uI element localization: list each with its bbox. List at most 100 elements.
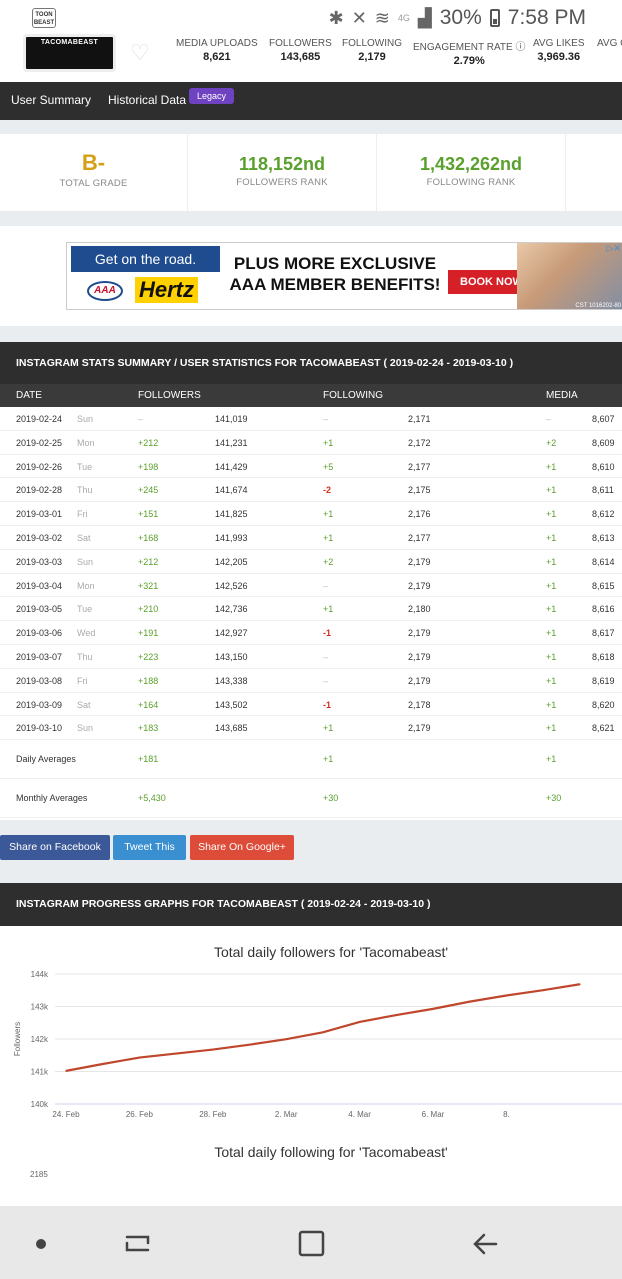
table-row: 2019-03-06 Wed +191 142,927 -1 2,179 +1 8,617 [0, 621, 622, 645]
stat-value: 143,685 [280, 51, 321, 63]
stat-media-uploads: MEDIA UPLOADS 8,621 [176, 38, 258, 63]
stat-label: AVG C [597, 38, 622, 49]
cell-md: +1 [546, 651, 557, 662]
series-line [65, 983, 580, 1072]
tab-historical-data[interactable]: Historical Data [108, 93, 186, 107]
avg-m: +1 [546, 754, 557, 765]
table-row: 2019-03-02 Sat +168 141,993 +1 2,177 +1 8,613 [0, 526, 622, 550]
graphs-panel: Total daily followers for 'Tacomabeast' … [0, 926, 622, 1206]
data-point [358, 1021, 361, 1023]
y-tick-label: 140k [31, 1100, 49, 1109]
cell-m: 8,617 [592, 628, 615, 639]
daily-averages-row: Daily Averages +181 +1 +1 [0, 740, 622, 780]
cell-gd: – [323, 414, 329, 424]
cell-date: 2019-02-28 [16, 485, 63, 496]
stat-label: MEDIA UPLOADS [176, 38, 258, 49]
cell-day: Sat [77, 532, 91, 543]
cell-f: 143,150 [215, 651, 248, 662]
data-point [212, 1048, 214, 1051]
col-following: FOLLOWING [323, 390, 384, 401]
followers-rank: 118,152nd FOLLOWERS RANK [188, 134, 377, 211]
cell-gd: +1 [323, 509, 334, 520]
cell-m: 8,610 [592, 461, 615, 472]
cell-f: 142,205 [215, 556, 248, 567]
cell-day: Wed [77, 628, 96, 639]
table-row: 2019-03-08 Fri +188 143,338 – 2,179 +1 8,619 [0, 669, 622, 693]
cell-md: +2 [546, 437, 557, 448]
clock: 7:58 PM [507, 6, 586, 29]
cell-f: 143,338 [215, 675, 248, 686]
cell-md: +1 [546, 461, 557, 472]
cell-fd: +168 [138, 532, 159, 543]
cell-day: Thu [77, 651, 93, 662]
cell-fd: +198 [138, 461, 159, 472]
table-header: DATE FOLLOWERS FOLLOWING MEDIA [0, 384, 622, 407]
back-icon[interactable] [473, 1233, 498, 1255]
heart-icon[interactable]: ♡ [130, 40, 150, 66]
recents-icon[interactable] [125, 1235, 150, 1252]
home-icon[interactable] [298, 1230, 325, 1257]
cell-day: Mon [77, 437, 95, 448]
table-row: 2019-02-24 Sun – 141,019 – 2,171 – 8,607 [0, 407, 622, 431]
share-google-button[interactable]: Share On Google+ [190, 835, 294, 860]
cell-gd: +1 [323, 723, 334, 734]
table-row: 2019-03-09 Sat +164 143,502 -1 2,178 +1 8,620 [0, 693, 622, 717]
cell-md: +1 [546, 485, 557, 496]
cell-f: 141,825 [215, 509, 248, 520]
spacer [0, 326, 622, 342]
data-point [101, 1063, 104, 1065]
stat-value: 2,179 [358, 51, 386, 63]
tab-user-summary[interactable]: User Summary [11, 93, 91, 107]
cell-day: Fri [77, 675, 88, 686]
cell-g: 2,179 [408, 723, 431, 734]
ad-headline-2: AAA MEMBER BENEFITS! [229, 275, 441, 294]
cell-f: 143,685 [215, 723, 248, 734]
x-tick-label: 6. Mar [422, 1110, 445, 1119]
y-tick-label: 143k [31, 1003, 49, 1012]
cell-day: Fri [77, 509, 88, 520]
adchoices-icon[interactable]: ▷✕ [607, 243, 621, 254]
cell-fd: +321 [138, 580, 159, 591]
col-followers: FOLLOWERS [138, 390, 201, 401]
avatar-text: TACOMABEAST [40, 39, 99, 46]
cell-day: Mon [77, 580, 95, 591]
cell-g: 2,175 [408, 485, 431, 496]
cell-m: 8,611 [592, 485, 614, 496]
total-grade: B- TOTAL GRADE [0, 134, 188, 211]
stat-following: FOLLOWING 2,179 [342, 38, 402, 63]
stats-table-title: INSTAGRAM STATS SUMMARY / USER STATISTIC… [0, 342, 622, 384]
ad-banner[interactable]: Get on the road. AAA Hertz PLUS MORE EXC… [66, 242, 622, 310]
legacy-badge[interactable]: Legacy [189, 88, 235, 104]
table-row: 2019-03-05 Tue +210 142,736 +1 2,180 +1 8,616 [0, 597, 622, 622]
cell-day: Tue [77, 604, 93, 615]
cell-g: 2,179 [408, 580, 431, 591]
dot-icon[interactable] [36, 1239, 46, 1249]
cell-date: 2019-03-05 [16, 604, 63, 615]
cell-f: 142,736 [215, 604, 248, 615]
cell-date: 2019-03-03 [16, 556, 63, 567]
cell-gd: – [323, 651, 329, 662]
cell-g: 2,171 [408, 414, 431, 424]
data-point [65, 1070, 67, 1072]
cell-f: 142,927 [215, 628, 248, 639]
cell-m: 8,616 [592, 604, 615, 615]
cell-md: +1 [546, 723, 557, 734]
cell-gd: +1 [323, 532, 334, 543]
ad-fine-print: CST 1016202-80 [575, 303, 621, 309]
help-icon[interactable]: ⓘ [515, 42, 525, 53]
avg-label: Daily Averages [16, 754, 76, 765]
cell-md: +1 [546, 699, 557, 710]
avg-m: +30 [546, 793, 562, 804]
cell-md: +1 [546, 532, 557, 543]
avatar[interactable]: TACOMABEAST [23, 34, 116, 72]
cell-g: 2,172 [408, 437, 431, 448]
cell-f: 141,429 [215, 461, 248, 472]
stat-avg-comments: AVG C [597, 38, 622, 49]
cell-date: 2019-03-06 [16, 628, 63, 639]
ad-headline-1: PLUS MORE EXCLUSIVE [233, 254, 437, 273]
cell-md: +1 [546, 509, 557, 520]
tweet-button[interactable]: Tweet This [113, 835, 186, 860]
followers-chart: 140k 141k 142k 143k 144k 24. Feb 26. Feb 28. Fe… [13, 970, 622, 1119]
stat-avg-likes: AVG LIKES 3,969.36 [533, 38, 585, 63]
share-facebook-button[interactable]: Share on Facebook [0, 835, 110, 860]
